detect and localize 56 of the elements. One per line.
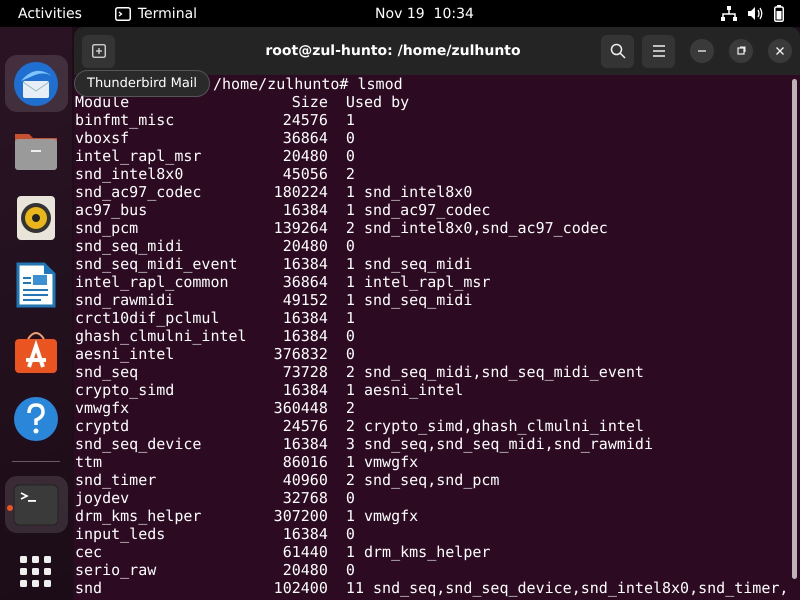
output-line: joydev 32768 0 bbox=[75, 489, 356, 507]
speaker-icon bbox=[16, 194, 56, 241]
maximize-icon bbox=[736, 46, 746, 56]
output-line: aesni_intel 376832 0 bbox=[75, 345, 356, 363]
tooltip: Thunderbird Mail bbox=[74, 70, 210, 97]
output-line: intel_rapl_common 36864 1 intel_rapl_msr bbox=[75, 273, 492, 291]
output-line: snd_rawmidi 49152 1 snd_seq_midi bbox=[75, 291, 474, 309]
output-line: snd_timer 40960 2 snd_seq,snd_pcm bbox=[75, 471, 500, 489]
output-line: ac97_bus 16384 1 snd_ac97_codec bbox=[75, 201, 492, 219]
dock-item[interactable] bbox=[4, 55, 68, 112]
network-icon[interactable] bbox=[721, 6, 737, 21]
output-line: snd_intel8x0 45056 2 bbox=[75, 165, 356, 183]
help-icon bbox=[13, 396, 59, 442]
command-line: /home/zulhunto# lsmod bbox=[213, 75, 403, 93]
app-grid-icon bbox=[20, 556, 52, 588]
output-line: vboxsf 36864 0 bbox=[75, 129, 356, 147]
output-line: snd_seq_midi 20480 0 bbox=[75, 237, 356, 255]
minimize-icon bbox=[698, 50, 706, 52]
activities-button[interactable]: Activities bbox=[18, 6, 82, 22]
output-line: input_leds 16384 0 bbox=[75, 525, 356, 543]
scrollbar[interactable] bbox=[792, 79, 797, 579]
battery-icon[interactable] bbox=[774, 5, 784, 22]
output-line: snd_seq 73728 2 snd_seq_midi,snd_seq_midi_event bbox=[75, 363, 645, 381]
terminal-icon bbox=[13, 484, 59, 526]
clock[interactable]: Nov 19 10:34 bbox=[375, 6, 474, 22]
output-line: intel_rapl_msr 20480 0 bbox=[75, 147, 356, 165]
volume-icon[interactable] bbox=[747, 6, 764, 21]
output-line: binfmt_misc 24576 1 bbox=[75, 111, 356, 129]
new-tab-button[interactable] bbox=[82, 34, 115, 68]
output-line: drm_kms_helper 307200 1 vmwgfx bbox=[75, 507, 420, 525]
menu-button[interactable] bbox=[642, 34, 675, 68]
app-menu[interactable]: Terminal bbox=[138, 6, 198, 22]
output-line: snd 102400 11 snd_seq,snd_seq_device,snd_intel8x0,snd_timer, bbox=[75, 579, 790, 597]
output-line: vmwgfx 360448 2 bbox=[75, 399, 356, 417]
output-line: snd_seq_midi_event 16384 1 snd_seq_midi bbox=[75, 255, 474, 273]
output-line: crct10dif_pclmul 16384 1 bbox=[75, 309, 356, 327]
close-icon bbox=[775, 46, 785, 56]
output-line: cryptd 24576 2 crypto_simd,ghash_clmulni_intel bbox=[75, 417, 645, 435]
window-title: root@zul-hunto: /home/zulhunto bbox=[264, 43, 522, 59]
output-line: cec 61440 1 drm_kms_helper bbox=[75, 543, 492, 561]
maximize-button[interactable] bbox=[729, 39, 753, 63]
terminal-icon bbox=[114, 6, 131, 20]
search-button[interactable] bbox=[601, 34, 634, 68]
search-icon bbox=[610, 43, 626, 59]
output-line: snd_seq_device 16384 3 snd_seq,snd_seq_midi,snd_rawmidi bbox=[75, 435, 654, 453]
output-line: serio_raw 20480 0 bbox=[75, 561, 356, 579]
output-line: ghash_clmulni_intel 16384 0 bbox=[75, 327, 356, 345]
close-button[interactable] bbox=[768, 39, 792, 63]
output-line: ttm 86016 1 vmwgfx bbox=[75, 453, 420, 471]
plus-icon bbox=[92, 44, 106, 58]
output-line: crypto_simd 16384 1 aesni_intel bbox=[75, 381, 464, 399]
minimize-button[interactable] bbox=[690, 39, 714, 63]
output-line: snd_ac97_codec 180224 1 snd_intel8x0 bbox=[75, 183, 474, 201]
output-line: snd_pcm 139264 2 snd_intel8x0,snd_ac97_codec bbox=[75, 219, 609, 237]
menu-icon bbox=[652, 45, 666, 57]
document-icon bbox=[16, 262, 56, 308]
